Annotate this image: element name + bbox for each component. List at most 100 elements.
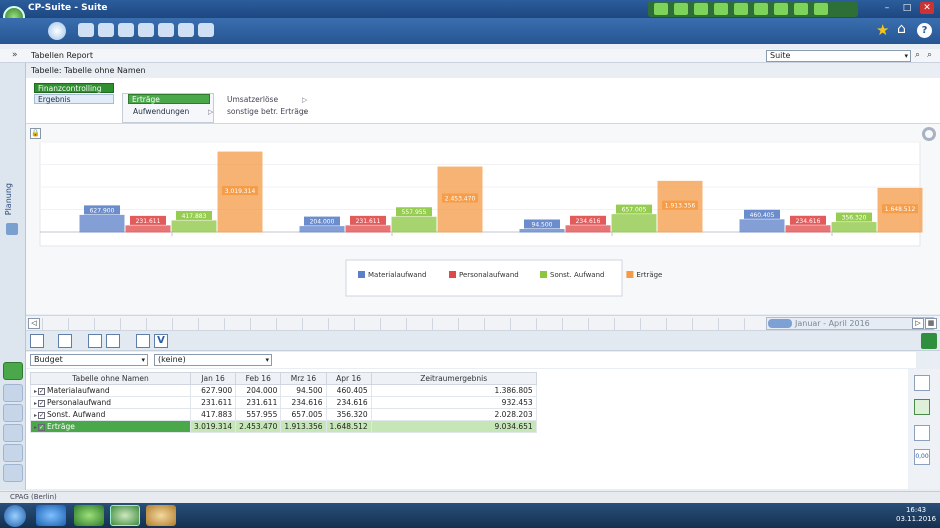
column-header[interactable]: Apr 16: [325, 372, 372, 385]
app-icon[interactable]: [74, 505, 104, 526]
module-icon[interactable]: [814, 3, 828, 15]
column-header[interactable]: Tabelle ohne Namen: [30, 372, 191, 385]
expand-icon[interactable]: ▸: [34, 412, 37, 419]
module-icon[interactable]: [714, 3, 728, 15]
edit-icon[interactable]: [88, 334, 102, 348]
report-icon[interactable]: [138, 23, 154, 37]
search-icon[interactable]: ⌕: [915, 50, 920, 60]
module-settings-icon[interactable]: [3, 464, 23, 482]
row-checkbox[interactable]: ✓: [38, 411, 46, 419]
refresh-icon[interactable]: [78, 23, 94, 37]
data-label: 3.019.314: [225, 188, 256, 195]
left-nav-collapsed: Planung: [0, 63, 26, 360]
module-planung-icon[interactable]: [3, 362, 23, 380]
tree-node-ertraege[interactable]: Erträge: [128, 94, 210, 104]
column-header[interactable]: Jan 16: [189, 372, 237, 385]
data-label: 94.500: [532, 221, 553, 228]
bar-Materialaufwand: [79, 214, 125, 233]
table-row[interactable]: ▸ ✓ Sonst. Aufwand 417.883 557.955 657.005…: [30, 408, 537, 421]
expand-icon[interactable]: ▸: [34, 424, 37, 431]
excel-icon[interactable]: [136, 334, 150, 348]
timeline-left-icon[interactable]: ◁: [28, 318, 40, 329]
globe-icon[interactable]: [48, 22, 66, 40]
hierarchy-view-icon[interactable]: [914, 375, 930, 391]
module-column: [0, 360, 26, 490]
column-header[interactable]: Mrz 16: [280, 372, 327, 385]
row-checkbox[interactable]: ✓: [38, 399, 46, 407]
expand-nav-icon[interactable]: »: [12, 50, 18, 60]
grid-settings-icon[interactable]: [921, 333, 937, 349]
planung-icon[interactable]: [6, 223, 18, 235]
filter-select[interactable]: (keine) ▾: [154, 354, 272, 366]
table-row[interactable]: ▸ ✓ Materialaufwand 627.900 204.000 94.500…: [30, 384, 537, 397]
chart-view-icon[interactable]: [914, 425, 930, 441]
table-icon[interactable]: [118, 23, 134, 37]
module-org-icon[interactable]: [3, 444, 23, 462]
minimize-icon[interactable]: –: [880, 2, 894, 14]
module-icon[interactable]: [794, 3, 808, 15]
window-controls: – □ ✕: [880, 2, 934, 14]
module-icon[interactable]: [754, 3, 768, 15]
grid-side-tools: 0,00: [908, 369, 940, 489]
save-icon[interactable]: [106, 334, 120, 348]
data-label: 460.405: [750, 212, 775, 219]
row-checkbox[interactable]: ✓: [38, 423, 46, 431]
tree-node-finanzcontrolling[interactable]: Finanzcontrolling: [34, 83, 114, 93]
calendar-icon[interactable]: ▦: [925, 318, 937, 329]
version-select[interactable]: Budget ▾: [30, 354, 148, 366]
start-icon[interactable]: [4, 505, 26, 527]
column-view-icon[interactable]: [914, 399, 930, 415]
timeline-right-icon[interactable]: ▷: [912, 318, 924, 329]
help-icon[interactable]: ?: [917, 23, 932, 38]
expand-icon[interactable]: ▸: [34, 388, 37, 395]
suite-select[interactable]: Suite ▾: [766, 50, 911, 62]
tree-node-ergebnis[interactable]: Ergebnis: [34, 94, 114, 104]
table-row-selected[interactable]: ▸ ✓ Erträge 3.019.314 2.453.470 1.913.356 …: [30, 420, 537, 433]
timeline-ticks: [42, 318, 762, 330]
planung-label[interactable]: Planung: [4, 183, 13, 215]
module-icon[interactable]: [654, 3, 668, 15]
browser-icon[interactable]: [36, 505, 66, 526]
column-header[interactable]: Feb 16: [235, 372, 282, 385]
column-header[interactable]: Zeitraumergebnis: [370, 372, 537, 385]
paint-icon[interactable]: [146, 505, 176, 526]
row-checkbox[interactable]: ✓: [38, 387, 46, 395]
table-row[interactable]: ▸ ✓ Personalaufwand 231.611 231.611 234.61…: [30, 396, 537, 409]
module-table-icon[interactable]: [3, 404, 23, 422]
grid-toolbar: V: [26, 331, 940, 351]
close-icon[interactable]: ✕: [920, 2, 934, 14]
expand-icon[interactable]: ▸: [34, 400, 37, 407]
export-icon[interactable]: [178, 23, 194, 37]
table-view-icon[interactable]: [30, 334, 44, 348]
tree-node-sonstige-ertraege[interactable]: sonstige betr. Erträge: [224, 107, 308, 117]
module-tools-icon[interactable]: [3, 424, 23, 442]
module-icon[interactable]: [694, 3, 708, 15]
tree-node-umsatzerloese[interactable]: Umsatzerlöse: [224, 95, 278, 105]
module-icon[interactable]: [774, 3, 788, 15]
zoom-icon[interactable]: ⌕: [927, 50, 932, 60]
bar-Materialaufwand: [519, 228, 565, 233]
bar-Personalaufwand: [785, 225, 831, 233]
decimals-button[interactable]: 0,00: [914, 449, 930, 465]
legend-item: Personalaufwand: [459, 271, 519, 279]
comment-icon[interactable]: [198, 23, 214, 37]
cp-suite-taskbar-icon[interactable]: [110, 505, 140, 526]
grid-icon[interactable]: [158, 23, 174, 37]
report-name: Tabellen Report: [31, 51, 93, 60]
maximize-icon[interactable]: □: [900, 2, 914, 14]
favorite-star-icon[interactable]: ★: [876, 21, 889, 39]
module-analyse-icon[interactable]: [3, 384, 23, 402]
module-icon[interactable]: [674, 3, 688, 15]
tree-node-aufwendungen[interactable]: Aufwendungen: [130, 107, 210, 117]
bar-Personalaufwand: [125, 225, 171, 233]
legend-item: Erträge: [636, 271, 662, 279]
module-icon[interactable]: [734, 3, 748, 15]
home-icon[interactable]: ⌂: [897, 21, 906, 37]
legend-swatch: [358, 271, 365, 278]
data-label: 1.648.512: [885, 206, 916, 213]
layout-icon[interactable]: [58, 334, 72, 348]
timeline-slider[interactable]: [768, 319, 792, 328]
hierarchy-icon[interactable]: [98, 23, 114, 37]
validate-icon[interactable]: V: [154, 334, 168, 348]
data-label: 1.913.356: [665, 203, 696, 210]
